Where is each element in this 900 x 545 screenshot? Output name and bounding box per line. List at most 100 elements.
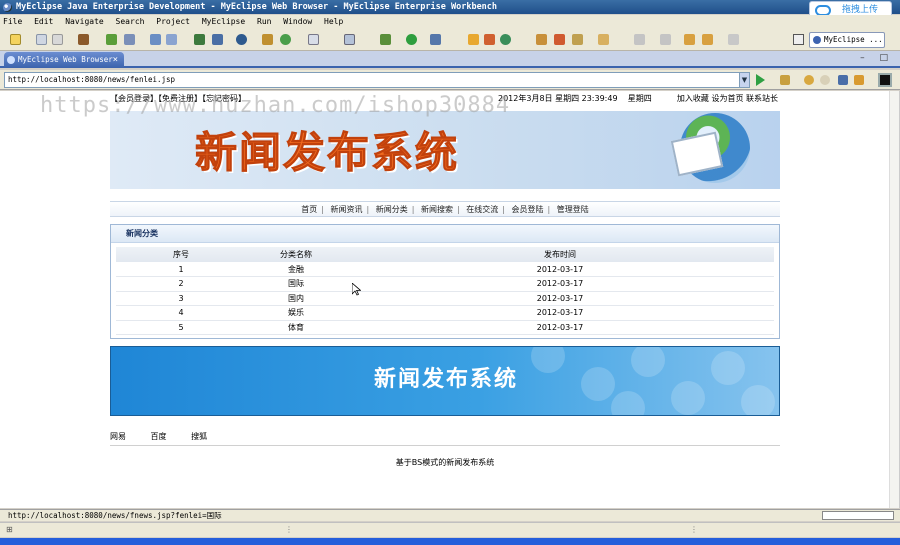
annotation-icon[interactable] (572, 34, 583, 45)
window-title-bar: MyEclipse Java Enterprise Development - … (0, 0, 900, 14)
package-icon[interactable] (78, 34, 89, 45)
forward-icon[interactable] (702, 34, 713, 45)
table-header-row: 序号 分类名称 发布时间 (116, 247, 774, 262)
url-dropdown-icon[interactable]: ▼ (739, 73, 749, 87)
run-config-icon[interactable] (212, 34, 223, 45)
go-icon[interactable] (756, 74, 765, 86)
refresh-icon[interactable] (280, 34, 291, 45)
editor-tab-row: MyEclipse Web Browser × – □ (0, 51, 900, 68)
nav-news[interactable]: 新闻资讯 (327, 205, 367, 214)
table-row: 1 金融 2012-03-17 (116, 262, 774, 277)
search-icon[interactable] (554, 34, 565, 45)
category-link[interactable]: 金融 (246, 262, 346, 277)
table-row: 2 国际 2012-03-17 (116, 276, 774, 292)
forward-disabled-icon[interactable] (728, 34, 739, 45)
main-nav: 首页 | 新闻资讯 | 新闻分类 | 新闻搜索 | 在线交流 | 会员登陆 | 管理登陆 (110, 201, 780, 217)
category-link[interactable]: 国内 (246, 291, 346, 306)
category-link[interactable]: 娱乐 (246, 305, 346, 321)
prev-annotation-icon[interactable] (660, 34, 671, 45)
preview-toggle-icon[interactable] (878, 73, 892, 87)
run-icon[interactable] (406, 34, 417, 45)
open-perspective-icon[interactable] (793, 34, 804, 45)
stop-icon[interactable] (838, 75, 848, 85)
menu-search[interactable]: Search (116, 17, 145, 26)
new-interface-icon[interactable] (500, 34, 511, 45)
menu-help[interactable]: Help (324, 17, 343, 26)
cell-date: 2012-03-17 (346, 291, 774, 306)
server-icon[interactable] (150, 34, 161, 45)
link-163[interactable]: 网易 (110, 432, 126, 441)
next-annotation-icon[interactable] (634, 34, 645, 45)
new-project-icon[interactable] (194, 34, 205, 45)
close-icon[interactable]: × (113, 52, 118, 68)
menu-file[interactable]: File (3, 17, 22, 26)
task-icon[interactable] (598, 34, 609, 45)
nav-chat[interactable]: 在线交流 (462, 205, 502, 214)
col-date-header: 发布时间 (346, 247, 774, 262)
cell-date: 2012-03-17 (346, 262, 774, 277)
new-class-icon[interactable] (468, 34, 479, 45)
window-title: MyEclipse Java Enterprise Development - … (16, 2, 498, 12)
banner-title: 新闻发布系统 (194, 128, 460, 178)
hexagon-decoration (611, 391, 645, 415)
header-banner: 新闻发布系统 (110, 111, 780, 189)
menu-run[interactable]: Run (257, 17, 271, 26)
category-link[interactable]: 体育 (246, 320, 346, 335)
cloud-upload-label: 拖拽上传 (842, 5, 879, 15)
view-window-controls[interactable]: – □ (860, 53, 894, 63)
nav-separator: | (321, 205, 324, 214)
globe-icon[interactable] (236, 34, 247, 45)
tab-web-browser[interactable]: MyEclipse Web Browser × (4, 52, 124, 68)
menu-navigate[interactable]: Navigate (65, 17, 104, 26)
template-icon[interactable] (344, 34, 355, 45)
vertical-scrollbar[interactable] (889, 91, 899, 508)
new-package-icon[interactable] (484, 34, 495, 45)
menu-edit[interactable]: Edit (34, 17, 53, 26)
open-folder-icon[interactable] (262, 34, 273, 45)
bookmark-icon[interactable] (780, 75, 790, 85)
perspective-switcher[interactable]: MyEclipse ... (809, 32, 885, 48)
current-datetime: 2012年3月8日 星期四 23:39:49 星期四 (498, 93, 652, 105)
deploy-icon[interactable] (124, 34, 135, 45)
category-link[interactable]: 国际 (246, 276, 346, 292)
nav-separator: | (457, 205, 460, 214)
link-sohu[interactable]: 搜狐 (191, 432, 207, 441)
table-row: 5 体育 2012-03-17 (116, 320, 774, 335)
url-input[interactable]: http://localhost:8080/news/fenlei.jsp (4, 72, 750, 88)
new-icon[interactable] (10, 34, 21, 45)
nav-member-login[interactable]: 会员登陆 (508, 205, 548, 214)
browser-refresh-icon[interactable] (854, 75, 864, 85)
browser-back-icon[interactable] (804, 75, 814, 85)
bug-icon[interactable] (380, 34, 391, 45)
server-config-icon[interactable] (166, 34, 177, 45)
nav-categories[interactable]: 新闻分类 (372, 205, 412, 214)
link-baidu[interactable]: 百度 (151, 432, 167, 441)
save-icon[interactable] (36, 34, 47, 45)
site-links[interactable]: 加入收藏 设为首页 联系站长 (677, 93, 778, 105)
col-index-header: 序号 (116, 247, 246, 262)
address-bar: http://localhost:8080/news/fenlei.jsp ▼ (0, 70, 900, 90)
back-icon[interactable] (684, 34, 695, 45)
debug-icon[interactable] (106, 34, 117, 45)
external-tools-icon[interactable] (430, 34, 441, 45)
nav-home[interactable]: 首页 (297, 205, 321, 214)
hexagon-decoration (581, 367, 615, 401)
window-icon[interactable] (308, 34, 319, 45)
friend-links: 网易 百度 搜狐 (110, 431, 229, 442)
nav-separator: | (502, 205, 505, 214)
fast-view-icon[interactable]: ⊞ (6, 525, 13, 534)
nav-admin-login[interactable]: 管理登陆 (553, 205, 593, 214)
hexagon-decoration (741, 385, 775, 415)
print-icon[interactable] (52, 34, 63, 45)
cell-date: 2012-03-17 (346, 276, 774, 292)
menu-window[interactable]: Window (283, 17, 312, 26)
open-type-icon[interactable] (536, 34, 547, 45)
progress-indicator (822, 511, 894, 520)
browser-forward-icon[interactable] (820, 75, 830, 85)
menu-project[interactable]: Project (156, 17, 190, 26)
cell-date: 2012-03-17 (346, 320, 774, 335)
table-row: 3 国内 2012-03-17 (116, 291, 774, 306)
menu-myeclipse[interactable]: MyEclipse (202, 17, 245, 26)
nav-separator: | (547, 205, 551, 214)
nav-search[interactable]: 新闻搜索 (417, 205, 457, 214)
